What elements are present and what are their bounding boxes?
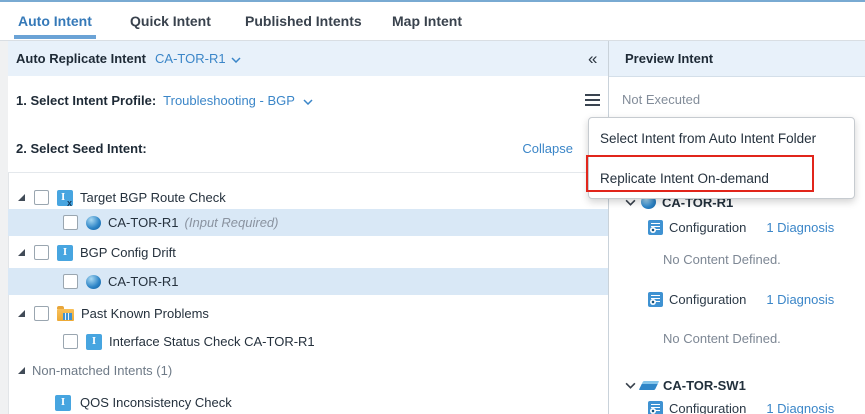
input-required-note: (Input Required): [185, 215, 279, 230]
intent-profile-label: 1. Select Intent Profile:: [16, 93, 156, 108]
router-icon: [86, 275, 101, 289]
configuration-link[interactable]: Configuration: [669, 401, 746, 414]
tab-map-intent[interactable]: Map Intent: [392, 2, 462, 40]
device-selector-value: CA-TOR-R1: [155, 51, 226, 66]
checkbox[interactable]: [34, 190, 49, 205]
checkbox[interactable]: [34, 306, 49, 321]
intent-x-icon: [57, 190, 73, 206]
no-content-text: No Content Defined.: [663, 331, 781, 346]
checkbox[interactable]: [63, 274, 78, 289]
tree-item-label: CA-TOR-R1: [108, 215, 179, 230]
tree-item-label: Past Known Problems: [81, 306, 209, 321]
tab-bar: Auto Intent Quick Intent Published Inten…: [0, 2, 865, 41]
config-icon: [648, 292, 663, 307]
chevron-down-icon: [303, 99, 313, 105]
collapse-tree-link[interactable]: Collapse: [522, 141, 573, 156]
seed-intent-row: 2. Select Seed Intent: Collapse: [8, 124, 608, 173]
preview-device-row[interactable]: CA-TOR-SW1: [609, 374, 865, 396]
expander-icon[interactable]: [18, 310, 25, 317]
collapse-panel-icon[interactable]: «: [588, 41, 597, 76]
tab-quick-intent[interactable]: Quick Intent: [130, 2, 211, 40]
tree-row-target-bgp-route-check[interactable]: Target BGP Route Check: [8, 184, 608, 211]
preview-panel-title: Preview Intent: [625, 51, 713, 66]
configuration-link[interactable]: Configuration: [669, 220, 746, 235]
tree-section-non-matched: Non-matched Intents (1): [8, 357, 608, 384]
router-icon: [86, 216, 101, 230]
preview-content-row: No Content Defined.: [609, 248, 865, 270]
chevron-down-icon[interactable]: [625, 382, 636, 389]
tree-row-ca-tor-r1-2[interactable]: CA-TOR-R1: [8, 268, 608, 295]
checkbox[interactable]: [63, 334, 78, 349]
tree-row-bgp-config-drift[interactable]: BGP Config Drift: [8, 239, 608, 266]
switch-icon: [639, 381, 659, 390]
tree-item-label: BGP Config Drift: [80, 245, 176, 260]
expander-icon[interactable]: [18, 249, 25, 256]
tree-item-label: CA-TOR-R1: [108, 274, 179, 289]
intent-icon: [55, 395, 71, 411]
preview-entry-row: Configuration 1 Diagnosis: [609, 397, 865, 414]
preview-entry-row: Configuration 1 Diagnosis: [609, 216, 865, 238]
config-icon: [648, 220, 663, 235]
device-name: CA-TOR-SW1: [663, 378, 746, 393]
menu-item-select-intent-from-folder[interactable]: Select Intent from Auto Intent Folder: [589, 118, 854, 158]
left-panel-header: Auto Replicate Intent CA-TOR-R1 «: [8, 41, 608, 77]
execution-status: Not Executed: [622, 92, 700, 107]
preview-entry-row: Configuration 1 Diagnosis: [609, 288, 865, 310]
folder-intent-icon: [57, 309, 74, 321]
seed-intent-label: 2. Select Seed Intent:: [16, 141, 147, 156]
diagnosis-link[interactable]: 1 Diagnosis: [766, 401, 834, 414]
device-selector[interactable]: CA-TOR-R1: [155, 51, 241, 66]
section-label: Non-matched Intents (1): [32, 363, 172, 378]
checkbox[interactable]: [63, 215, 78, 230]
checkbox[interactable]: [34, 245, 49, 260]
tree-item-label: Target BGP Route Check: [80, 190, 226, 205]
diagnosis-link[interactable]: 1 Diagnosis: [766, 220, 834, 235]
tree-row-qos-inconsistency-check[interactable]: QOS Inconsistency Check: [8, 389, 608, 414]
configuration-link[interactable]: Configuration: [669, 292, 746, 307]
tree-row-interface-status-check[interactable]: Interface Status Check CA-TOR-R1: [8, 328, 608, 355]
expander-icon[interactable]: [18, 194, 25, 201]
diagnosis-link[interactable]: 1 Diagnosis: [766, 292, 834, 307]
active-tab-underline: [14, 35, 96, 39]
intent-icon: [86, 334, 102, 350]
menu-hamburger-icon[interactable]: [585, 94, 600, 106]
preview-content-row: No Content Defined.: [609, 327, 865, 349]
intent-profile-row: 1. Select Intent Profile: Troubleshootin…: [8, 76, 608, 125]
intent-icon: [57, 245, 73, 261]
tree-row-ca-tor-r1[interactable]: CA-TOR-R1 (Input Required): [8, 209, 608, 236]
expander-icon[interactable]: [18, 367, 25, 374]
chevron-down-icon[interactable]: [625, 199, 636, 206]
chevron-down-icon: [231, 57, 241, 63]
config-icon: [648, 401, 663, 414]
tree-row-past-known-problems[interactable]: Past Known Problems: [8, 300, 608, 327]
intent-profile-dropdown[interactable]: Troubleshooting - BGP: [163, 93, 313, 108]
tree-item-label: Interface Status Check CA-TOR-R1: [109, 334, 315, 349]
preview-panel-header: Preview Intent: [609, 41, 865, 77]
tab-published-intents[interactable]: Published Intents: [245, 2, 362, 40]
panel-title: Auto Replicate Intent: [16, 51, 146, 66]
annotation-highlight-box: [586, 155, 814, 192]
intent-profile-value: Troubleshooting - BGP: [163, 93, 295, 108]
tree-item-label: QOS Inconsistency Check: [80, 395, 232, 410]
no-content-text: No Content Defined.: [663, 252, 781, 267]
app-window: Auto Intent Quick Intent Published Inten…: [0, 0, 865, 414]
